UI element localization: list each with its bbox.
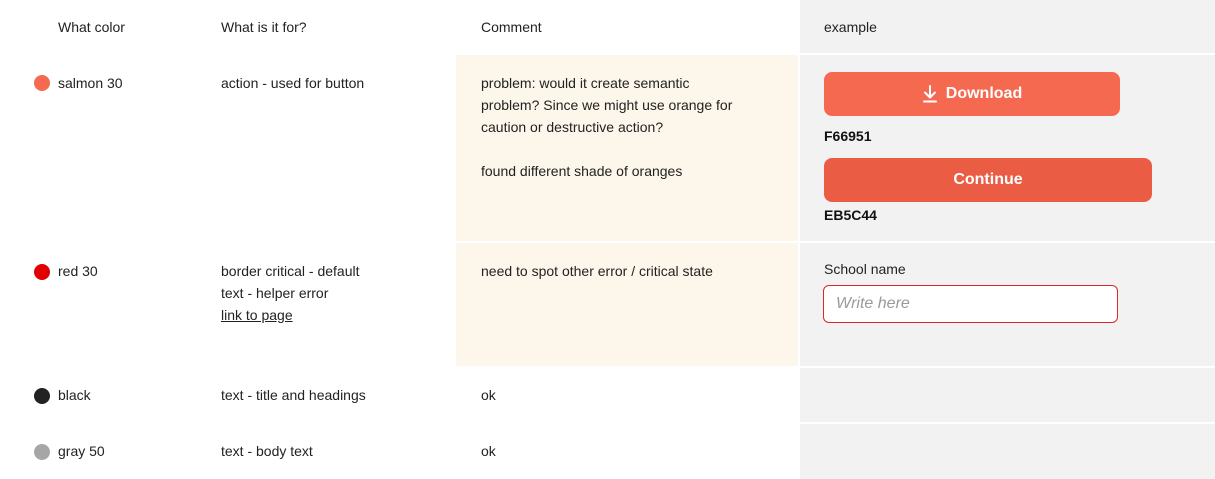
purpose-text: text - body text: [221, 443, 313, 459]
comment-line: found different shade of oranges: [481, 163, 683, 179]
header-purpose: What is it for?: [221, 19, 307, 35]
color-swatch-salmon: [34, 75, 50, 91]
purpose-text: text - title and headings: [221, 387, 366, 403]
comment-line: need to spot other error / critical stat…: [481, 263, 713, 279]
example-separator: [800, 241, 1215, 243]
color-swatch-gray: [34, 444, 50, 460]
color-swatch-red: [34, 264, 50, 280]
download-button[interactable]: Download: [824, 72, 1120, 116]
download-hex-code: F66951: [824, 128, 872, 144]
color-name: black: [58, 387, 91, 403]
comment-line: ok: [481, 387, 496, 403]
color-name: gray 50: [58, 443, 105, 459]
color-name: red 30: [58, 263, 98, 279]
link-to-page[interactable]: link to page: [221, 304, 293, 326]
header-example: example: [824, 19, 877, 35]
header-color: What color: [58, 19, 125, 35]
header-comment: Comment: [481, 19, 542, 35]
comment-line: caution or destructive action?: [481, 119, 664, 135]
continue-button-label: Continue: [953, 171, 1023, 188]
color-swatch-black: [34, 388, 50, 404]
example-separator: [800, 366, 1215, 368]
continue-button[interactable]: Continue: [824, 158, 1152, 202]
download-button-label: Download: [945, 85, 1023, 102]
continue-hex-code: EB5C44: [824, 207, 877, 223]
example-separator: [800, 422, 1215, 424]
purpose-text: text - helper error: [221, 285, 329, 301]
comment-line: problem: would it create semantic: [481, 75, 690, 91]
school-name-input[interactable]: [823, 285, 1118, 323]
purpose-text: border critical - default: [221, 263, 360, 279]
color-name: salmon 30: [58, 75, 123, 91]
purpose-text: action - used for button: [221, 75, 365, 91]
example-separator: [800, 53, 1215, 55]
comment-line: problem? Since we might use orange for: [481, 97, 733, 113]
download-icon: [922, 85, 937, 103]
comment-line: ok: [481, 443, 496, 459]
school-name-label: School name: [824, 261, 906, 277]
